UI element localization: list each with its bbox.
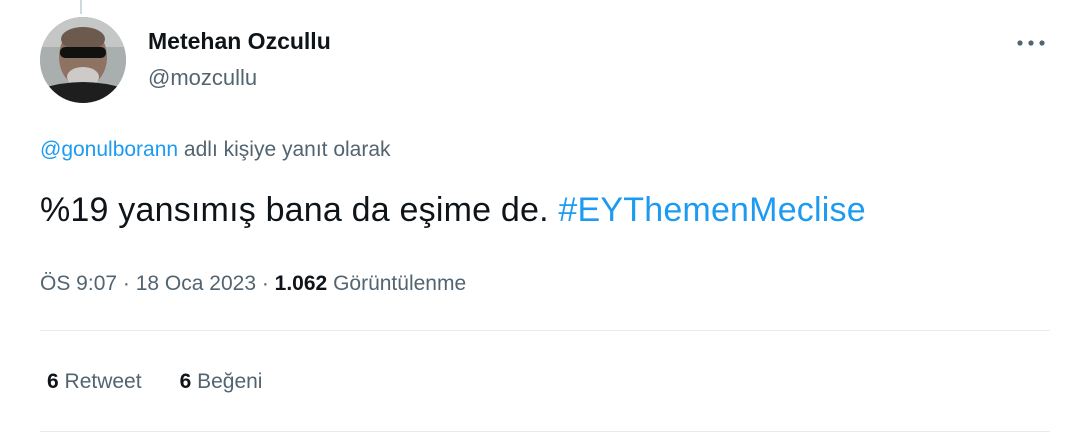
author-display-name[interactable]: Metehan Ozcullu	[148, 28, 331, 55]
reply-context: @gonulborann adlı kişiye yanıt olarak	[40, 138, 391, 162]
reply-mention-link[interactable]: @gonulborann	[40, 138, 178, 161]
divider	[40, 330, 1050, 331]
tweet-meta: ÖS 9:07 · 18 Oca 2023 · 1.062 Görüntülen…	[40, 272, 466, 296]
tweet-text: %19 yansımış bana da eşime de. #EYThemen…	[40, 191, 866, 230]
views-label: Görüntülenme	[327, 272, 467, 295]
tweet-date[interactable]: 18 Oca 2023	[136, 272, 256, 295]
likes-label: Beğeni	[191, 370, 263, 393]
views-count: 1.062	[274, 272, 328, 295]
retweets-label: Retweet	[58, 370, 142, 393]
thread-connector-line	[80, 0, 82, 14]
author-handle[interactable]: @mozcullu	[148, 65, 257, 91]
likes-count: 6	[179, 370, 192, 393]
engagement-stats: 6 Retweet 6 Beğeni	[47, 370, 262, 394]
more-horizontal-icon	[1017, 40, 1045, 46]
meta-separator: ·	[117, 272, 136, 295]
retweets-stat[interactable]: 6 Retweet	[47, 370, 142, 394]
reply-context-label: adlı kişiye yanıt olarak	[178, 138, 391, 161]
divider	[40, 431, 1050, 432]
hashtag-link[interactable]: #EYThemenMeclise	[558, 191, 865, 229]
likes-stat[interactable]: 6 Beğeni	[180, 370, 263, 394]
retweets-count: 6	[47, 370, 59, 393]
avatar[interactable]	[40, 17, 126, 103]
tweet-time[interactable]: ÖS 9:07	[40, 272, 117, 295]
tweet-body: %19 yansımış bana da eşime de.	[40, 191, 559, 229]
more-options-button[interactable]	[1008, 28, 1054, 58]
meta-separator: ·	[256, 272, 275, 295]
